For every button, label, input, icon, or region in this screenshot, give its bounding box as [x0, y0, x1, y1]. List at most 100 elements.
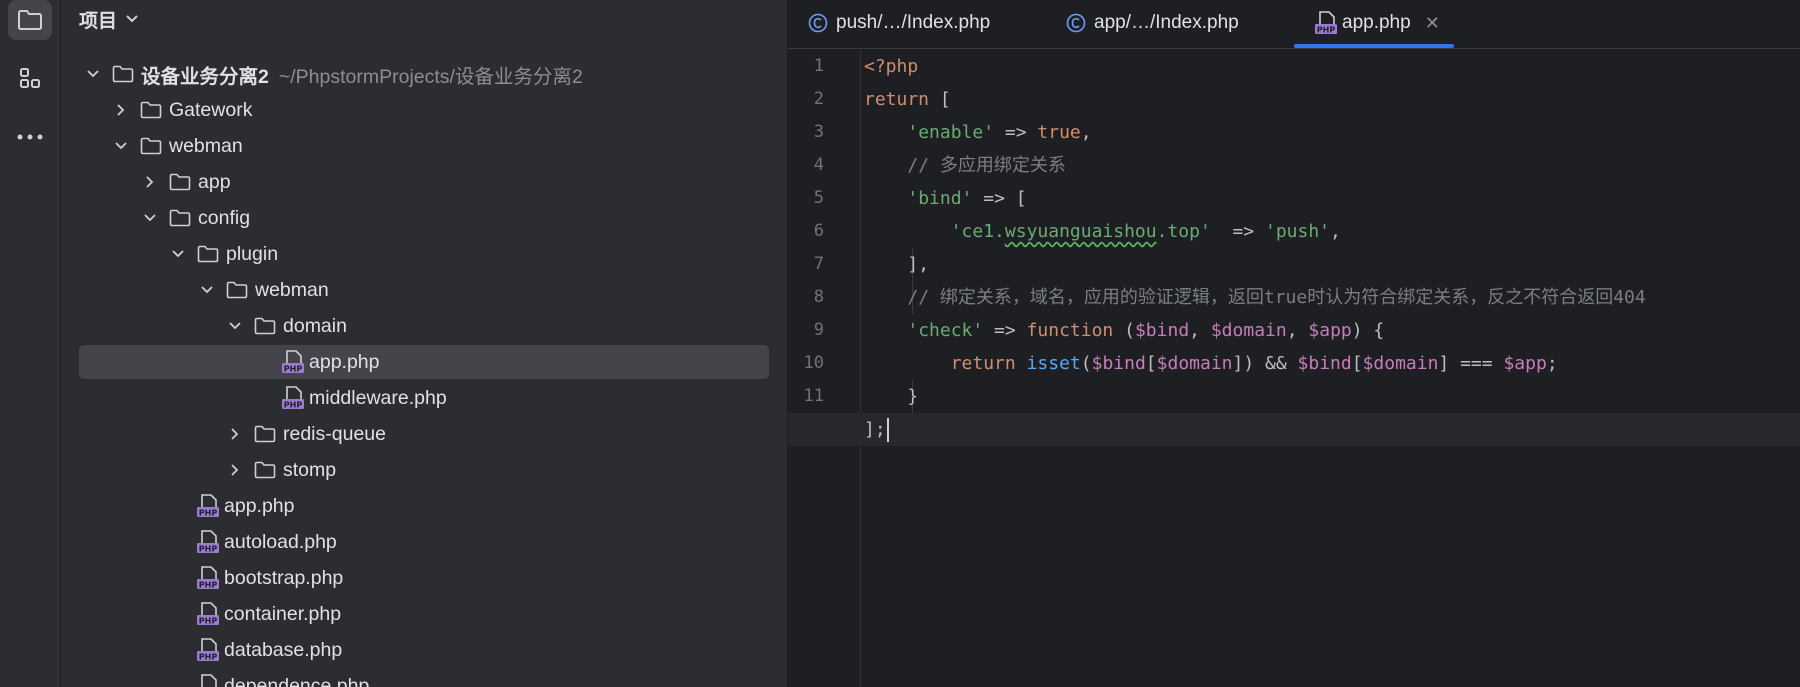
root-folder-name: 设备业务分离2: [141, 65, 269, 88]
tree-item-label: Gatework: [169, 98, 253, 121]
tree-item-label: app.php: [309, 350, 380, 373]
line-number: 2: [813, 89, 824, 109]
tree-item-config[interactable]: config: [61, 200, 787, 236]
php-file-icon: PHP: [196, 637, 220, 663]
php-file-icon: PHP: [196, 493, 220, 519]
structure-tool-button[interactable]: [8, 58, 52, 98]
chevron-down-icon[interactable]: [197, 280, 217, 300]
tree-item-label: dependence.php: [224, 674, 370, 687]
tree-item-label: plugin: [226, 242, 279, 265]
tree-item-app-folder[interactable]: app: [61, 164, 787, 200]
tree-item-dependence-php[interactable]: PHP dependence.php: [61, 668, 787, 687]
tree-item-plugin[interactable]: plugin: [61, 236, 787, 272]
php-class-icon: [1066, 13, 1086, 33]
chevron-down-icon[interactable]: [111, 136, 131, 156]
tree-item-label: domain: [283, 314, 347, 337]
tree-item-plugin-webman[interactable]: webman: [61, 272, 787, 308]
tab-label: app/…/Index.php: [1094, 12, 1239, 33]
editor-area: push/…/Index.php app/…/Index.php PHP app…: [788, 0, 1800, 687]
line-number: 3: [813, 122, 824, 142]
chevron-down-icon[interactable]: [168, 244, 188, 264]
chevron-right-icon[interactable]: [225, 460, 245, 480]
chevron-right-icon[interactable]: [140, 172, 160, 192]
php-file-icon: PHP: [196, 601, 220, 627]
line-number: 4: [813, 155, 824, 175]
chevron-down-icon: [126, 15, 138, 23]
project-tool-button[interactable]: [8, 0, 52, 40]
code-line: 'ce1.wsyuanguaishou.top' => 'push',: [950, 221, 1341, 242]
php-file-icon: PHP: [281, 349, 305, 375]
project-view-selector[interactable]: 项目: [79, 0, 139, 38]
tree-item-label: bootstrap.php: [224, 566, 344, 589]
code-line: // 多应用绑定关系: [907, 155, 1066, 176]
code-line: // 绑定关系，域名，应用的验证逻辑，返回true时认为符合绑定关系，反之不符合…: [907, 287, 1646, 308]
chevron-down-icon[interactable]: [225, 316, 245, 336]
chevron-right-icon[interactable]: [225, 424, 245, 444]
editor-tabs: push/…/Index.php app/…/Index.php PHP app…: [788, 0, 1800, 49]
typo-warning-squiggle: wsyuanguaishou: [1004, 221, 1157, 242]
tree-item-database-php[interactable]: PHP database.php: [61, 632, 787, 668]
line-number-gutter: 1 2 3 4 5 6 7 8 9 10 11 12: [788, 50, 861, 687]
php-file-icon: PHP: [1314, 10, 1338, 36]
tree-item-label: database.php: [224, 638, 343, 661]
code-line: 'bind' => [: [907, 188, 1027, 209]
line-number: 5: [813, 188, 824, 208]
php-file-icon: PHP: [196, 565, 220, 591]
php-file-icon: PHP: [196, 529, 220, 555]
tree-item-domain[interactable]: domain: [61, 308, 787, 344]
tree-item-label: container.php: [224, 602, 342, 625]
folder-icon: [168, 207, 192, 229]
tree-item-root[interactable]: 设备业务分离2 ~/PhpstormProjects/设备业务分离2: [61, 56, 787, 92]
php-class-icon: [808, 13, 828, 33]
tree-item-middleware-php[interactable]: PHP middleware.php: [61, 380, 787, 416]
svg-text:PHP: PHP: [199, 545, 218, 554]
tree-item-webman[interactable]: webman: [61, 128, 787, 164]
project-panel-title: 项目: [79, 10, 118, 32]
code-line: return [: [864, 89, 951, 110]
close-icon[interactable]: ✕: [1425, 13, 1440, 34]
line-number: 1: [813, 56, 824, 76]
tree-item-autoload-php[interactable]: PHP autoload.php: [61, 524, 787, 560]
php-file-icon: PHP: [281, 385, 305, 411]
folder-icon: [253, 423, 277, 445]
line-number: 7: [813, 254, 824, 274]
text-caret: [886, 418, 889, 442]
tree-item-label: autoload.php: [224, 530, 337, 553]
svg-text:PHP: PHP: [1317, 26, 1336, 35]
tool-window-strip: [0, 0, 61, 687]
tree-item-label: stomp: [283, 458, 337, 481]
tab-app-php[interactable]: PHP app.php ✕: [1294, 0, 1454, 48]
folder-icon: [139, 135, 163, 157]
tree-item-domain-app-php[interactable]: PHP app.php: [61, 344, 787, 380]
tab-push-index[interactable]: push/…/Index.php: [808, 0, 990, 46]
tree-item-stomp[interactable]: stomp: [61, 452, 787, 488]
root-folder-path: ~/PhpstormProjects/设备业务分离2: [278, 65, 583, 88]
folder-icon: [18, 10, 42, 30]
chevron-down-icon[interactable]: [140, 208, 160, 228]
line-number: 11: [803, 386, 824, 406]
svg-text:PHP: PHP: [199, 581, 218, 590]
tree-item-bootstrap-php[interactable]: PHP bootstrap.php: [61, 560, 787, 596]
chevron-right-icon[interactable]: [111, 100, 131, 120]
chevron-down-icon[interactable]: [83, 64, 103, 84]
line-number: 6: [813, 221, 824, 241]
tab-label: app.php: [1342, 12, 1411, 33]
more-tools-button[interactable]: [8, 117, 52, 157]
php-file-icon: PHP: [196, 673, 220, 687]
folder-icon: [225, 279, 249, 301]
tree-item-gatework[interactable]: Gatework: [61, 92, 787, 128]
tree-item-label: webman: [169, 134, 243, 157]
folder-icon: [196, 243, 220, 265]
code-line: return isset($bind[$domain]) && $bind[$d…: [950, 353, 1558, 374]
tree-item-app-php[interactable]: PHP app.php: [61, 488, 787, 524]
line-number: 8: [813, 287, 824, 307]
tab-label: push/…/Index.php: [836, 12, 991, 33]
tree-item-label: redis-queue: [283, 422, 386, 445]
project-panel: 项目 设备业务分离2 ~/PhpstormProjects/设备业务分离2 Ga…: [61, 0, 787, 687]
code-line: 'check' => function ($bind, $domain, $ap…: [907, 320, 1385, 341]
tree-item-redis-queue[interactable]: redis-queue: [61, 416, 787, 452]
tree-item-container-php[interactable]: PHP container.php: [61, 596, 787, 632]
folder-icon: [111, 63, 135, 85]
tab-app-index[interactable]: app/…/Index.php: [1066, 0, 1239, 46]
code-line: ],: [907, 254, 930, 275]
